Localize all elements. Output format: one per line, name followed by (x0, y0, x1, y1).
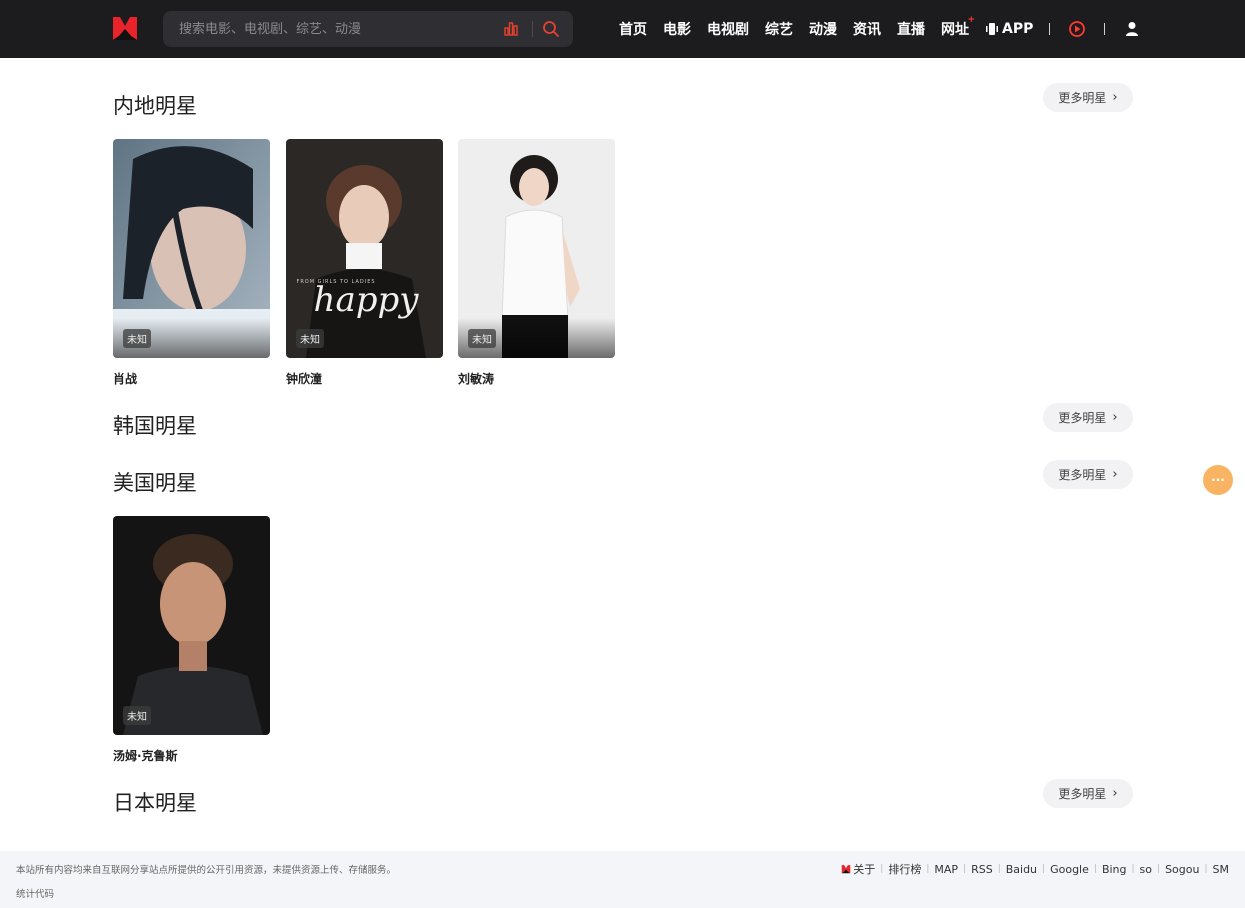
footer-links: 关于 | 排行榜 | MAP | RSS | Baidu | Google | Bing | … (841, 861, 1229, 877)
search-divider (532, 21, 533, 37)
footer-separator: | (1157, 864, 1161, 874)
ellipsis-icon: ··· (1211, 473, 1225, 487)
photo-subtext: FROM GIRLS TO LADIES (296, 279, 375, 285)
status-badge: 未知 (468, 329, 496, 348)
footer-link-map[interactable]: MAP (934, 863, 958, 876)
nav-home[interactable]: 首页 (619, 19, 647, 39)
more-stars-button-usa[interactable]: 更多明星 › (1043, 460, 1133, 489)
star-card[interactable]: 未知 刘敏涛 (458, 139, 615, 386)
star-photo: 未知 (113, 516, 270, 735)
footer-separator: | (997, 864, 1001, 874)
footer-notice: 本站所有内容均来自互联网分享站点所提供的公开引用资源，未提供资源上传、存储服务。 (16, 865, 397, 876)
star-name[interactable]: 钟欣潼 (286, 370, 322, 387)
footer-link-google[interactable]: Google (1050, 863, 1089, 876)
star-name[interactable]: 汤姆·克鲁斯 (113, 747, 178, 764)
footer-link-ranking[interactable]: 排行榜 (888, 861, 921, 877)
top-header: 首页 电影 电视剧 综艺 动漫 资讯 直播 网址+ APP (0, 0, 1245, 58)
photo-text: happy (314, 280, 420, 320)
site-logo[interactable] (112, 14, 138, 42)
nav-anime[interactable]: 动漫 (809, 19, 837, 39)
footer-separator: | (1131, 864, 1135, 874)
chevron-right-icon: › (1112, 786, 1118, 801)
footer-link-sm[interactable]: SM (1213, 863, 1229, 876)
phone-vibrate-icon (986, 23, 998, 35)
footer-separator: | (963, 864, 967, 874)
more-stars-label: 更多明星 (1058, 787, 1107, 801)
star-photo: 未知 (113, 139, 270, 358)
more-stars-button-korea[interactable]: 更多明星 › (1043, 403, 1133, 432)
search-bar (163, 11, 573, 47)
nav-live[interactable]: 直播 (897, 19, 925, 39)
chevron-right-icon: › (1112, 410, 1118, 425)
footer-separator: | (1204, 864, 1208, 874)
app-download-button[interactable]: APP (985, 21, 1033, 37)
footer-separator: | (1093, 864, 1097, 874)
footer-stat-link[interactable]: 统计代码 (16, 886, 54, 900)
more-stars-label: 更多明星 (1058, 468, 1107, 482)
star-card[interactable]: happy FROM GIRLS TO LADIES 未知 钟欣潼 (286, 139, 443, 386)
more-stars-label: 更多明星 (1058, 411, 1107, 425)
section-title-japan: 日本明星 (113, 791, 197, 815)
more-stars-button-mainland[interactable]: 更多明星 › (1043, 83, 1133, 112)
nav-divider (1104, 23, 1106, 35)
nav-sites[interactable]: 网址 + (941, 15, 975, 39)
more-options-float-button[interactable]: ··· (1203, 465, 1233, 495)
nav-tv[interactable]: 电视剧 (707, 19, 749, 39)
star-photo: 未知 (458, 139, 615, 358)
footer-link-sogou[interactable]: Sogou (1165, 863, 1199, 876)
section-title-mainland: 内地明星 (113, 94, 197, 118)
star-name[interactable]: 肖战 (113, 370, 137, 387)
nav-sites-label: 网址 (941, 22, 969, 38)
section-title-korea: 韩国明星 (113, 414, 197, 438)
star-photo: happy FROM GIRLS TO LADIES 未知 (286, 139, 443, 358)
status-badge: 未知 (123, 329, 151, 348)
nav-movie[interactable]: 电影 (663, 19, 691, 39)
footer-separator: | (1042, 864, 1046, 874)
nav-divider (1049, 23, 1051, 35)
section-title-usa: 美国明星 (113, 471, 197, 495)
star-card[interactable]: 未知 肖战 (113, 139, 270, 386)
footer-link-so[interactable]: so (1140, 863, 1152, 876)
footer-link-bing[interactable]: Bing (1102, 863, 1127, 876)
more-stars-label: 更多明星 (1058, 91, 1107, 105)
footer-separator: | (880, 864, 884, 874)
footer-link-baidu[interactable]: Baidu (1006, 863, 1037, 876)
status-badge: 未知 (123, 706, 151, 725)
chevron-right-icon: › (1112, 467, 1118, 482)
play-history-icon[interactable] (1068, 20, 1086, 38)
new-badge: + (967, 15, 975, 25)
more-stars-button-japan[interactable]: 更多明星 › (1043, 779, 1133, 808)
nav-news[interactable]: 资讯 (853, 19, 881, 39)
ranking-chart-icon[interactable] (503, 21, 519, 37)
search-icon[interactable] (542, 20, 560, 38)
chevron-right-icon: › (1112, 90, 1118, 105)
star-card[interactable]: 未知 汤姆·克鲁斯 (113, 516, 270, 763)
site-mini-logo-icon (841, 865, 851, 874)
footer-separator: | (926, 864, 930, 874)
star-name[interactable]: 刘敏涛 (458, 370, 494, 387)
search-input[interactable] (179, 11, 489, 47)
user-icon[interactable] (1123, 20, 1141, 38)
footer-link-about[interactable]: 关于 (853, 861, 875, 877)
nav-variety[interactable]: 综艺 (765, 19, 793, 39)
status-badge: 未知 (296, 329, 324, 348)
app-label: APP (1002, 21, 1034, 37)
main-nav: 首页 电影 电视剧 综艺 动漫 资讯 直播 网址 + APP (619, 0, 1159, 58)
footer-link-rss[interactable]: RSS (971, 863, 993, 876)
page-footer: 本站所有内容均来自互联网分享站点所提供的公开引用资源，未提供资源上传、存储服务。… (0, 851, 1245, 908)
